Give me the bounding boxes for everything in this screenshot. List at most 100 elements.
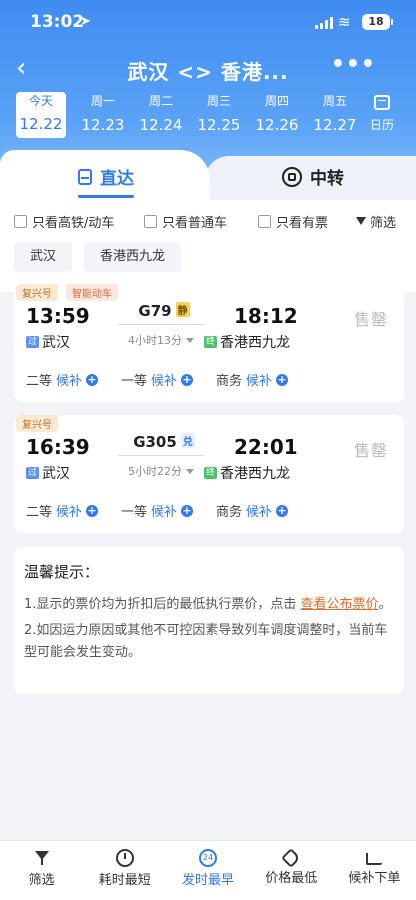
arrival-station: 终 香港西九龙 bbox=[204, 463, 290, 483]
travel-duration[interactable]: 4小时13分 bbox=[118, 332, 204, 348]
date-tab[interactable]: 周四 12.26 bbox=[248, 92, 306, 138]
route-line bbox=[118, 455, 204, 456]
calendar-button[interactable]: 日历 bbox=[364, 95, 400, 133]
train-tag: 复兴号 bbox=[16, 284, 58, 301]
seat-row: 二等 候补 + 一等 候补 + 商务 候补 + bbox=[26, 501, 396, 520]
transfer-train-icon bbox=[282, 166, 302, 187]
filter-label: 只看有票 bbox=[276, 215, 329, 231]
sort-shortest[interactable]: 耗时最短 bbox=[83, 841, 166, 900]
tab-direct[interactable]: 直达 bbox=[78, 164, 134, 198]
departure-time: 16:39 bbox=[26, 435, 90, 459]
filter-label: 只看高铁/动车 bbox=[32, 215, 115, 231]
waitlist-label: 候补 bbox=[151, 505, 178, 520]
sort-label: 耗时最短 bbox=[98, 873, 151, 888]
date-weekday: 周五 bbox=[322, 94, 347, 108]
sort-earliest[interactable]: 24 发时最早 bbox=[166, 841, 249, 900]
train-number: G79 静 bbox=[124, 302, 204, 320]
checkbox-icon bbox=[258, 214, 271, 228]
checkbox-icon bbox=[144, 214, 157, 228]
tips-line-1: 1.显示的票价均为折扣后的最低执行票价，点击 查看公布票价。 bbox=[24, 594, 394, 616]
station-chips: 武汉 香港西九龙 bbox=[14, 242, 182, 272]
seat-second-class[interactable]: 二等 候补 + bbox=[26, 370, 121, 389]
date-tab[interactable]: 周一 12.23 bbox=[74, 92, 132, 138]
sort-label: 发时最早 bbox=[182, 873, 235, 888]
sold-out-status: 售罄 bbox=[353, 310, 388, 329]
train-mark: 兑 bbox=[180, 433, 195, 448]
tab-direct-label: 直达 bbox=[100, 169, 134, 189]
station-name: 武汉 bbox=[42, 466, 71, 482]
arrival-time: 22:01 bbox=[234, 435, 298, 459]
tab-transfer[interactable]: 中转 bbox=[282, 164, 344, 189]
sort-label: 候补下单 bbox=[348, 871, 401, 886]
date-tab[interactable]: 周二 12.24 bbox=[132, 92, 190, 138]
waitlist-label: 候补 bbox=[151, 374, 178, 389]
seat-row: 二等 候补 + 一等 候补 + 商务 候补 + bbox=[26, 370, 396, 389]
arrival-station: 终 香港西九龙 bbox=[204, 332, 290, 352]
status-bar: 13:02 ➤ ≋ 18 bbox=[0, 10, 416, 36]
seat-business-class[interactable]: 商务 候补 + bbox=[216, 501, 311, 520]
filter-icon bbox=[33, 849, 51, 867]
train-card[interactable]: 复兴号 16:39 G305 兑 5小时22分 22:01 过 武汉 终 香港西九… bbox=[14, 415, 404, 533]
seat-class: 商务 bbox=[216, 374, 243, 389]
arrival-time: 18:12 bbox=[234, 304, 298, 328]
location-arrow-icon: ➤ bbox=[80, 14, 91, 29]
date-weekday: 周四 bbox=[264, 94, 289, 108]
travel-duration[interactable]: 5小时22分 bbox=[118, 463, 204, 479]
train-number-text: G305 bbox=[133, 433, 177, 451]
status-time: 13:02 bbox=[30, 12, 85, 32]
filter-normal[interactable]: 只看普通车 bbox=[144, 212, 258, 231]
departure-station: 过 武汉 bbox=[26, 463, 70, 483]
signal-icon bbox=[315, 17, 333, 29]
filter-available[interactable]: 只看有票 bbox=[258, 212, 356, 231]
view-fare-link[interactable]: 查看公布票价 bbox=[301, 597, 379, 612]
seat-second-class[interactable]: 二等 候补 + bbox=[26, 501, 121, 520]
sort-filter[interactable]: 筛选 bbox=[0, 841, 83, 900]
seat-class: 二等 bbox=[26, 374, 53, 389]
tab-transfer-label: 中转 bbox=[310, 169, 344, 189]
header: 13:02 ➤ ≋ 18 ‹ 武汉 <> 香港... ••• 今天 12.22 … bbox=[0, 0, 416, 175]
filter-button-label: 筛选 bbox=[370, 215, 397, 231]
date-value: 12.22 bbox=[19, 115, 63, 133]
station-chip-to[interactable]: 香港西九龙 bbox=[84, 242, 182, 272]
seat-class: 一等 bbox=[121, 374, 148, 389]
terminal-badge: 终 bbox=[204, 467, 218, 479]
filter-panel: 只看高铁/动车 只看普通车 只看有票 筛选 武汉 香港西九龙 bbox=[0, 200, 416, 292]
date-tab[interactable]: 周五 12.27 bbox=[306, 92, 364, 138]
departure-station: 过 武汉 bbox=[26, 332, 70, 352]
battery-icon: 18 bbox=[362, 14, 393, 30]
more-menu-icon[interactable]: ••• bbox=[331, 52, 376, 77]
seat-business-class[interactable]: 商务 候补 + bbox=[216, 370, 311, 389]
station-chip-from[interactable]: 武汉 bbox=[14, 242, 73, 272]
sort-lowest-price[interactable]: 价格最低 bbox=[250, 841, 333, 900]
waitlist-label: 候补 bbox=[246, 505, 273, 520]
route-tabs: 直达 中转 bbox=[0, 150, 416, 200]
clock-icon bbox=[115, 849, 134, 867]
cart-icon bbox=[366, 853, 383, 865]
date-value: 12.27 bbox=[313, 116, 357, 134]
sort-label: 筛选 bbox=[28, 873, 55, 888]
checkbox-icon bbox=[14, 214, 27, 228]
waitlist-label: 候补 bbox=[56, 505, 83, 520]
bottom-sort-bar: 筛选 耗时最短 24 发时最早 价格最低 候补下单 bbox=[0, 840, 416, 900]
tips-panel: 温馨提示： 1.显示的票价均为折扣后的最低执行票价，点击 查看公布票价。 2.如… bbox=[14, 547, 404, 694]
station-name: 香港西九龙 bbox=[220, 335, 291, 351]
departure-time: 13:59 bbox=[26, 304, 90, 328]
pass-badge: 过 bbox=[26, 336, 40, 348]
filter-high-speed[interactable]: 只看高铁/动车 bbox=[14, 212, 144, 231]
tips-line-1-text: 1.显示的票价均为折扣后的最低执行票价，点击 bbox=[24, 597, 301, 612]
date-weekday: 周三 bbox=[206, 94, 231, 108]
date-value: 12.25 bbox=[197, 116, 241, 134]
seat-first-class[interactable]: 一等 候补 + bbox=[121, 501, 216, 520]
seat-first-class[interactable]: 一等 候补 + bbox=[121, 370, 216, 389]
date-value: 12.23 bbox=[81, 116, 125, 134]
sort-label: 价格最低 bbox=[265, 871, 318, 886]
filter-button[interactable]: 筛选 bbox=[356, 212, 396, 231]
train-card[interactable]: 复兴号 智能动车 13:59 G79 静 4小时13分 18:12 过 武汉 终 … bbox=[14, 284, 404, 402]
date-tab-today[interactable]: 今天 12.22 bbox=[16, 92, 66, 138]
plus-icon: + bbox=[86, 503, 99, 517]
waitlist-order[interactable]: 候补下单 bbox=[333, 841, 416, 900]
navbar: ‹ 武汉 <> 香港... ••• bbox=[0, 52, 416, 86]
date-tab[interactable]: 周三 12.25 bbox=[190, 92, 248, 138]
seat-class: 二等 bbox=[26, 505, 53, 520]
date-value: 12.26 bbox=[255, 116, 299, 134]
